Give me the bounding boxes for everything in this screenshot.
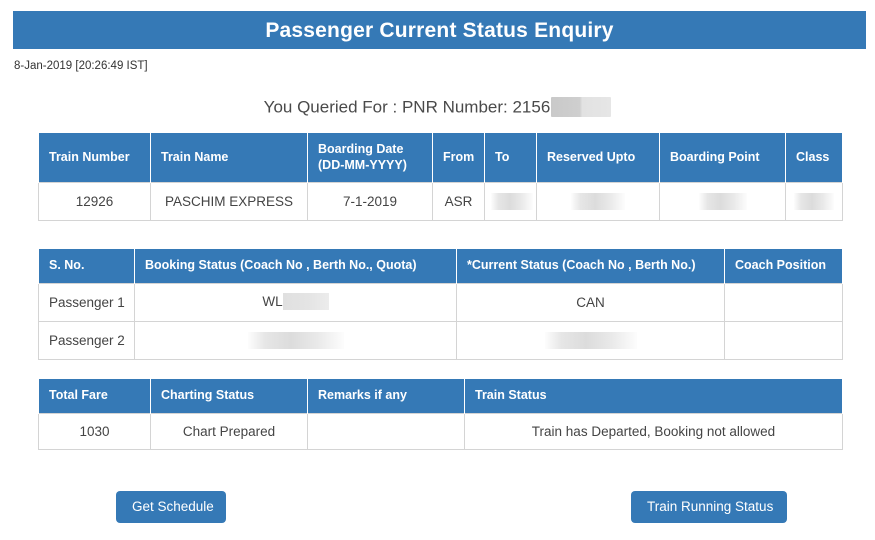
cell-passenger-2-current-status [456,320,725,360]
to-redaction-block [491,193,533,211]
class-redaction-block [794,193,834,211]
passenger-1-booking-redaction-block [282,292,329,310]
cell-passenger-2-coach-position [724,320,843,360]
cell-train-status: Train has Departed, Booking not allowed [464,412,843,450]
column-header-boarding-date: Boarding Date (DD-MM-YYYY) [307,131,433,183]
passenger-2-current-redaction-block [544,331,637,349]
cell-boarding-date: 7-1-2019 [307,182,433,222]
pnr-query-text: You Queried For : PNR Number: 2156 [263,97,551,117]
cell-reserved-upto [536,182,660,222]
column-header-from: From [432,131,485,183]
cell-class [785,182,843,222]
pnr-query-line: You Queried For : PNR Number: 2156 [0,96,875,118]
table-row: Passenger 2 [38,320,843,360]
column-header-boarding-point: Boarding Point [659,131,786,183]
cell-remarks [307,412,465,450]
table-row: 1030 Chart Prepared Train has Departed, … [38,412,843,450]
cell-passenger-1-serial: Passenger 1 [38,282,135,322]
page-title: Passenger Current Status Enquiry [265,18,614,42]
booking-status-value: WL [262,293,283,309]
cell-passenger-1-coach-position [724,282,843,322]
table-row: Passenger 1 WL CAN [38,282,843,322]
column-header-charting-status: Charting Status [150,378,308,414]
column-header-to: To [484,131,537,183]
pnr-redaction-block [551,96,612,117]
summary-table-header-row: Total Fare Charting Status Remarks if an… [38,378,843,414]
cell-passenger-2-booking-status [134,320,457,360]
cell-train-number: 12926 [38,182,151,222]
page-banner: Passenger Current Status Enquiry [13,11,866,49]
cell-passenger-1-booking-status: WL [134,282,457,322]
passenger-status-table: S. No. Booking Status (Coach No , Berth … [38,248,843,360]
column-header-serial-number: S. No. [38,248,135,284]
column-header-train-name: Train Name [150,131,308,183]
enquiry-timestamp: 8-Jan-2019 [20:26:49 IST] [14,60,148,72]
column-header-current-status: *Current Status (Coach No , Berth No.) [456,248,725,284]
cell-train-name: PASCHIM EXPRESS [150,182,308,222]
get-schedule-button[interactable]: Get Schedule [116,491,226,523]
column-header-reserved-upto: Reserved Upto [536,131,660,183]
train-running-status-button[interactable]: Train Running Status [631,491,787,523]
cell-charting-status: Chart Prepared [150,412,308,450]
passenger-2-booking-redaction-block [247,331,344,349]
reserved-upto-redaction-block [571,193,625,211]
column-header-remarks: Remarks if any [307,378,465,414]
cell-boarding-point [659,182,786,222]
fare-summary-table: Total Fare Charting Status Remarks if an… [38,378,843,450]
boarding-point-redaction-block [698,193,747,211]
journey-details-table: Train Number Train Name Boarding Date (D… [38,131,843,222]
column-header-train-status: Train Status [464,378,843,414]
column-header-coach-position: Coach Position [724,248,843,284]
cell-passenger-1-current-status: CAN [456,282,725,322]
column-header-total-fare: Total Fare [38,378,151,414]
cell-from: ASR [432,182,485,222]
cell-to [484,182,537,222]
cell-passenger-2-serial: Passenger 2 [38,320,135,360]
passenger-table-header-row: S. No. Booking Status (Coach No , Berth … [38,248,843,284]
column-header-class: Class [785,131,843,183]
cell-total-fare: 1030 [38,412,151,450]
journey-table-header-row: Train Number Train Name Boarding Date (D… [38,131,843,183]
column-header-train-number: Train Number [38,131,151,183]
table-row: 12926 PASCHIM EXPRESS 7-1-2019 ASR [38,182,843,222]
column-header-booking-status: Booking Status (Coach No , Berth No., Qu… [134,248,457,284]
